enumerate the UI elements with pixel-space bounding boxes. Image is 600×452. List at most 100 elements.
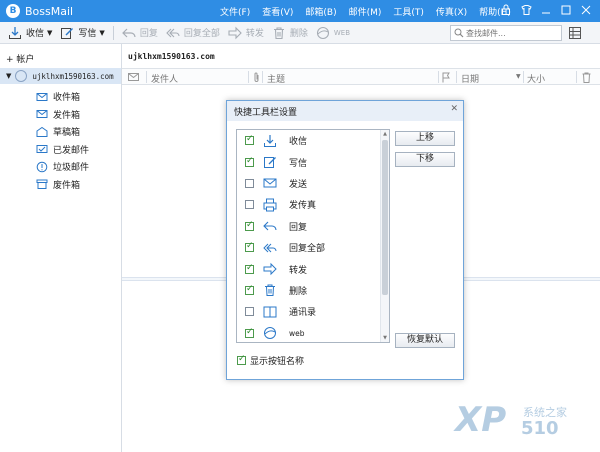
search-input[interactable] <box>466 28 556 38</box>
scroll-thumb[interactable] <box>382 140 388 295</box>
account-row[interactable]: ▼ ujklhxm1590163.com <box>0 68 121 84</box>
item-checkbox[interactable] <box>245 178 254 188</box>
list-item[interactable]: 通讯录 <box>237 301 381 322</box>
download-icon <box>264 134 276 147</box>
compose-button[interactable]: 写信 ▼ <box>60 26 105 40</box>
list-item[interactable]: 回复 <box>237 216 381 237</box>
item-checkbox[interactable] <box>245 263 254 274</box>
web-button[interactable]: WEB <box>316 26 350 40</box>
menu-mail[interactable]: 邮件(M) <box>349 5 382 18</box>
chevron-down-icon[interactable]: ▼ <box>6 72 11 80</box>
list-item[interactable]: 发传真 <box>237 194 381 215</box>
item-checkbox[interactable] <box>245 156 254 167</box>
item-checkbox[interactable] <box>245 327 254 338</box>
grid-view-icon[interactable] <box>568 26 582 40</box>
boss-logo-icon: B <box>6 4 20 18</box>
sidebar-item-inbox[interactable]: 收件箱 <box>36 88 89 106</box>
reply-all-button[interactable]: 回复全部 <box>166 26 220 40</box>
column-size[interactable]: 大小 <box>527 72 545 85</box>
sidebar-item-sent[interactable]: 已发邮件 <box>36 141 89 159</box>
chevron-down-icon[interactable]: ▼ <box>47 29 52 37</box>
column-sender[interactable]: 发件人 <box>151 72 178 85</box>
menu-fax[interactable]: 传真(X) <box>436 5 467 18</box>
restore-default-button[interactable]: 恢复默认 <box>395 333 455 348</box>
chevron-down-icon[interactable]: ▼ <box>99 29 104 37</box>
forward-button[interactable]: 转发 <box>228 26 264 40</box>
watermark-logo: XP 系统之家 510 <box>455 398 595 448</box>
list-item[interactable]: 删除 <box>237 280 381 301</box>
folder-list: 收件箱 发件箱 草稿箱 已发邮件 垃圾邮件 废件箱 <box>36 88 89 193</box>
column-divider <box>523 71 524 83</box>
item-checkbox[interactable] <box>245 284 254 295</box>
show-names-label: 显示按钮名称 <box>250 357 305 367</box>
forward-icon <box>228 26 242 39</box>
reply-icon <box>121 28 136 37</box>
compose-label: 写信 <box>78 29 97 39</box>
folder-label: 收件箱 <box>53 93 81 104</box>
close-icon[interactable]: ✕ <box>450 104 458 114</box>
column-divider <box>438 71 439 83</box>
column-date[interactable]: 日期 <box>461 72 479 85</box>
scroll-up-icon[interactable]: ▲ <box>381 131 389 137</box>
menu-file[interactable]: 文件(F) <box>220 5 250 18</box>
column-subject[interactable]: 主题 <box>267 72 285 85</box>
menu-view[interactable]: 查看(V) <box>262 5 293 18</box>
minimize-icon[interactable] <box>536 5 556 18</box>
maximize-icon[interactable] <box>556 5 576 18</box>
lock-icon[interactable] <box>496 4 516 18</box>
item-checkbox[interactable] <box>245 241 254 253</box>
send-icon <box>263 178 277 188</box>
item-checkbox[interactable] <box>245 134 254 146</box>
column-divider <box>262 71 263 83</box>
show-button-names-option[interactable]: 显示按钮名称 <box>237 354 304 367</box>
junk-icon <box>36 161 48 173</box>
delete-button[interactable]: 删除 <box>272 26 308 40</box>
item-checkbox[interactable] <box>245 307 254 317</box>
list-item[interactable]: 发送 <box>237 173 381 194</box>
receive-label: 收信 <box>26 29 45 39</box>
sidebar-item-trash[interactable]: 废件箱 <box>36 176 89 194</box>
receive-button[interactable]: 收信 ▼ <box>8 26 52 40</box>
list-item[interactable]: 收信 <box>237 130 381 151</box>
search-icon[interactable] <box>454 28 464 38</box>
list-header: 发件人 主题 日期 ▼ 大小 <box>122 68 600 85</box>
list-item[interactable]: web <box>237 323 381 342</box>
search-box <box>450 25 562 41</box>
move-down-button[interactable]: 下移 <box>395 152 455 167</box>
item-label: 发送 <box>289 179 308 190</box>
close-icon[interactable] <box>576 5 596 18</box>
sidebar-item-junk[interactable]: 垃圾邮件 <box>36 158 89 176</box>
sidebar: + 帐户 ▼ ujklhxm1590163.com 收件箱 发件箱 草稿箱 已发… <box>0 44 122 452</box>
skin-icon[interactable] <box>516 4 536 18</box>
reply-button[interactable]: 回复 <box>121 26 158 40</box>
list-item[interactable]: 转发 <box>237 258 381 279</box>
menu-mailbox[interactable]: 邮箱(B) <box>305 5 336 18</box>
toolbar-items-list: 收信 写信 发送 发传真 回复 回复全部 <box>236 129 390 343</box>
scroll-down-icon[interactable]: ▼ <box>381 335 389 341</box>
fax-icon <box>263 198 277 212</box>
item-label: 发传真 <box>289 201 317 212</box>
list-item[interactable]: 写信 <box>237 151 381 172</box>
item-label: web <box>289 328 305 338</box>
sidebar-item-outbox[interactable]: 发件箱 <box>36 106 89 124</box>
attachment-icon <box>254 72 259 82</box>
sidebar-item-drafts[interactable]: 草稿箱 <box>36 123 89 141</box>
toolbar-settings-dialog: 快捷工具栏设置 ✕ 收信 写信 发送 发传真 回复 <box>226 100 464 380</box>
folder-label: 废件箱 <box>53 180 81 191</box>
watermark-num: 510 <box>521 418 559 439</box>
show-names-checkbox[interactable] <box>237 354 246 365</box>
list-scrollbar[interactable]: ▲ ▼ <box>380 130 389 342</box>
column-divider <box>146 71 147 83</box>
add-account-button[interactable]: + 帐户 <box>6 52 34 65</box>
reply-label: 回复 <box>139 29 158 39</box>
download-icon <box>9 26 21 39</box>
dialog-title-bar: 快捷工具栏设置 ✕ <box>227 101 463 121</box>
item-checkbox[interactable] <box>245 220 254 231</box>
move-up-button[interactable]: 上移 <box>395 131 455 146</box>
chevron-down-icon[interactable]: ▼ <box>516 73 521 80</box>
item-label: 收信 <box>289 137 308 148</box>
column-divider <box>456 71 457 83</box>
menu-tools[interactable]: 工具(T) <box>393 5 424 18</box>
item-checkbox[interactable] <box>245 200 254 210</box>
list-item[interactable]: 回复全部 <box>237 237 381 258</box>
